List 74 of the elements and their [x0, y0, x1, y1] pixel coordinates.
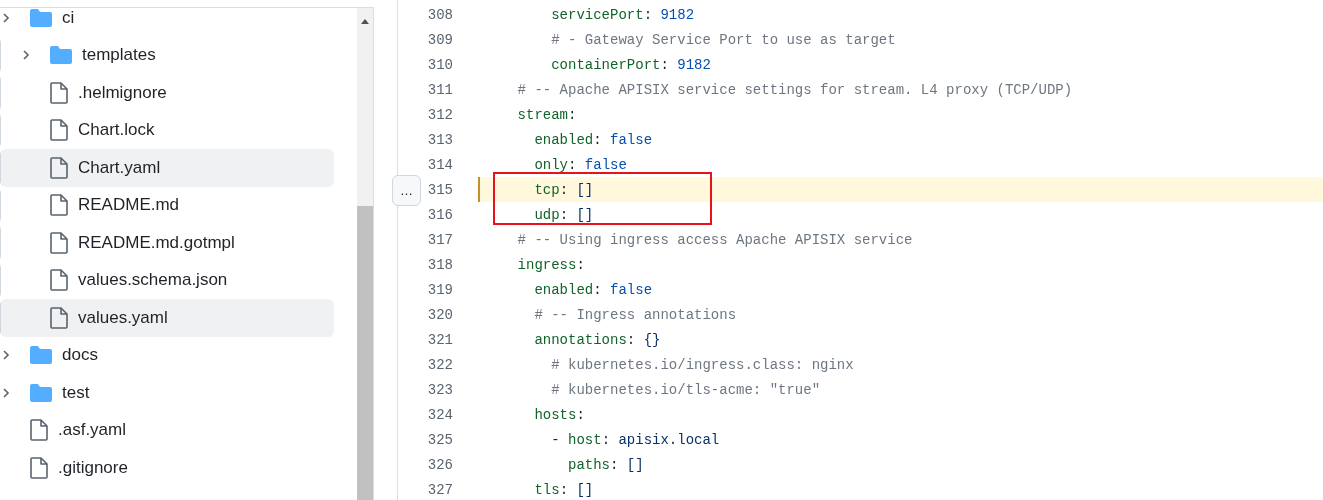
code-text: # kubernetes.io/ingress.class: nginx — [550, 355, 855, 375]
folder-icon — [30, 346, 52, 365]
code-text: annotations: {} — [533, 330, 662, 350]
line-number: 323 — [426, 381, 453, 398]
line-number: 315 — [426, 181, 453, 198]
line-number: 324 — [426, 406, 453, 423]
code-text: # -- Apache APISIX service settings for stream. L4 proxy (TCP/UDP) — [516, 80, 1074, 100]
line-number: 322 — [426, 356, 453, 373]
file-tree-item[interactable]: values.yaml — [0, 299, 334, 337]
code-text: udp: [] — [533, 205, 595, 225]
line-number: 321 — [426, 331, 453, 348]
file-tree-item[interactable]: README.md — [0, 186, 334, 224]
chevron-icon[interactable] — [0, 11, 12, 24]
file-icon — [50, 231, 68, 254]
file-icon — [50, 194, 68, 217]
line-number: 314 — [426, 156, 453, 173]
code-text: tls: [] — [533, 480, 595, 500]
line-number: 309 — [426, 31, 453, 48]
code-text: containerPort: 9182 — [550, 55, 712, 75]
code-text: ingress: — [516, 255, 586, 275]
file-tree-item[interactable]: ci — [0, 8, 334, 37]
line-number: 327 — [426, 481, 453, 498]
line-number: 313 — [426, 131, 453, 148]
line-number: 312 — [426, 106, 453, 123]
code-text: # kubernetes.io/tls-acme: "true" — [550, 380, 822, 400]
line-number: 318 — [426, 256, 453, 273]
line-number: 310 — [426, 56, 453, 73]
line-number: 308 — [426, 6, 453, 23]
line-number: 320 — [426, 306, 453, 323]
folder-icon — [50, 46, 72, 65]
code-text: servicePort: 9182 — [550, 5, 696, 25]
file-icon — [50, 81, 68, 104]
chevron-icon[interactable] — [0, 386, 12, 399]
chevron-icon[interactable] — [0, 349, 12, 362]
code-text: # - Gateway Service Port to use as target — [550, 30, 897, 50]
code-text: # -- Ingress annotations — [533, 305, 738, 325]
code-text: tcp: [] — [478, 177, 1323, 202]
code-text: paths: [] — [567, 455, 645, 475]
file-tree-item[interactable]: .helmignore — [0, 74, 334, 112]
scroll-up-icon[interactable] — [361, 19, 369, 24]
scroll-thumb[interactable] — [357, 206, 373, 500]
file-tree-item[interactable]: README.md.gotmpl — [0, 224, 334, 262]
file-icon — [30, 419, 48, 442]
line-number: 311 — [426, 81, 453, 98]
file-tree-item[interactable]: .asf.yaml — [0, 411, 334, 449]
code-text: stream: — [516, 105, 578, 125]
code-text: only: false — [533, 155, 628, 175]
file-tree-item[interactable]: templates — [0, 36, 334, 74]
scrollbar[interactable] — [357, 7, 374, 500]
file-tree-item[interactable]: values.schema.json — [0, 261, 334, 299]
file-tree-item[interactable]: docs — [0, 336, 334, 374]
expand-button[interactable]: … — [392, 175, 421, 206]
line-number: 325 — [426, 431, 453, 448]
file-icon — [50, 156, 68, 179]
code-text: - host: apisix.local — [550, 430, 721, 450]
line-number: 316 — [426, 206, 453, 223]
chevron-icon[interactable] — [20, 49, 32, 62]
code-text: enabled: false — [533, 280, 654, 300]
file-icon — [30, 456, 48, 479]
code-text: hosts: — [533, 405, 586, 425]
file-tree-item[interactable]: test — [0, 374, 334, 412]
folder-icon — [30, 8, 52, 27]
file-tree-item[interactable]: Chart.lock — [0, 111, 334, 149]
folder-icon — [30, 383, 52, 402]
file-icon — [50, 119, 68, 142]
line-number: 326 — [426, 456, 453, 473]
line-number: 319 — [426, 281, 453, 298]
code-text: enabled: false — [533, 130, 654, 150]
line-number: 317 — [426, 231, 453, 248]
code-text: # -- Using ingress access Apache APISIX service — [516, 230, 914, 250]
file-tree-item[interactable]: Chart.yaml — [0, 149, 334, 187]
file-tree-item[interactable]: .gitignore — [0, 449, 334, 487]
file-icon — [50, 269, 68, 292]
file-icon — [50, 306, 68, 329]
